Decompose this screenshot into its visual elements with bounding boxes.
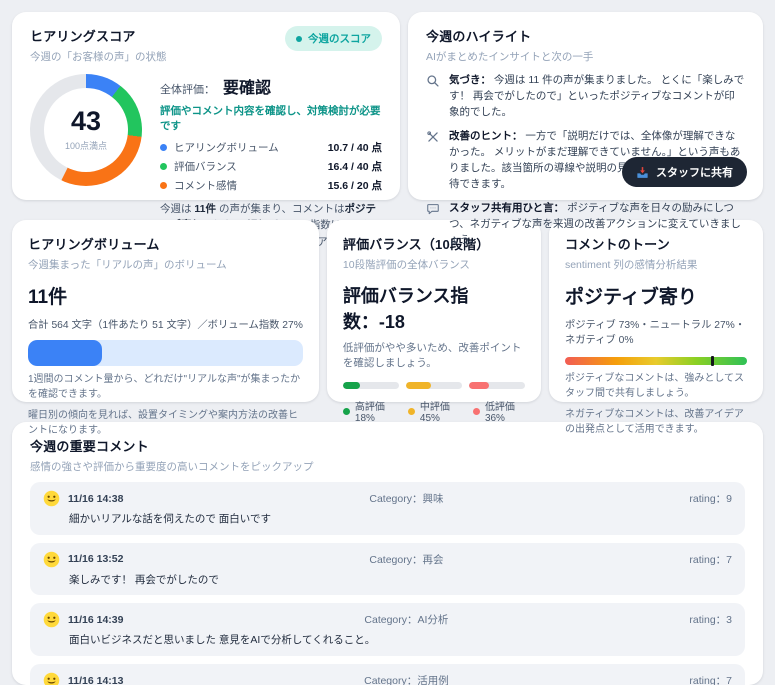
comment-text: 楽しみです！ 再会でがしたので <box>69 573 219 586</box>
overall-rating-value: 要確認 <box>223 80 272 97</box>
tools-icon <box>426 129 441 192</box>
score-card-title: ヒアリングスコア <box>30 29 136 44</box>
inbox-tray-icon <box>636 166 649 179</box>
comments-card-subtitle: 感情の強さや評価から重要度の高いコメントをピックアップ <box>30 461 314 473</box>
magnifier-icon <box>426 73 441 120</box>
balance-note: 低評価がやや多いため、改善ポイントを確認しましょう。 <box>342 342 522 370</box>
smiley-grin-icon <box>43 551 60 567</box>
legend-dot-icon <box>160 182 167 189</box>
legend-dot-icon <box>160 163 167 170</box>
high-rating-fill <box>342 382 360 390</box>
legend-value: 15.6 / 20 点 <box>327 180 382 192</box>
smiley-grin-icon <box>43 672 60 685</box>
comment-category: Category：再会 <box>369 553 444 566</box>
balance-legend: 高評価 18% 中評価 45% 低評価 36% <box>342 398 525 424</box>
comment-time: 11/16 14:39 <box>68 613 124 626</box>
comment-time: 11/16 14:38 <box>68 492 124 505</box>
tone-card-subtitle: sentiment 列の感情分析結果 <box>564 259 698 271</box>
legend-row-sentiment: コメント感情 15.6 / 20 点 <box>160 178 382 193</box>
legend-row-balance: 評価バランス 16.4 / 40 点 <box>160 159 382 174</box>
comment-category: Category：AI分析 <box>364 614 449 627</box>
low-rating-bar <box>468 382 525 390</box>
highlight-item-staff-note: スタッフ共有用ひと言： ポジティブな声を日々の励みにしつつ、ネガティブな声を来週… <box>426 201 745 248</box>
legend-dot-icon <box>342 407 350 415</box>
sentiment-gradient-bar <box>564 356 747 366</box>
comment-row[interactable]: 11/16 13:52 Category：再会 rating：7 楽しみです！ … <box>30 542 745 596</box>
legend-dot-icon <box>160 144 167 151</box>
volume-progress-bar <box>28 340 303 366</box>
weekly-highlight-card: 今週のハイライト AIがまとめたインサイトと次の一手 気づき： 今週は 11 件… <box>408 12 763 246</box>
legend-label: 評価バランス <box>174 161 237 173</box>
smiley-grin-icon <box>43 612 60 628</box>
tone-headline: ポジティブ寄り <box>564 287 697 308</box>
score-value: 43 <box>70 106 102 136</box>
important-comments-card: 今週の重要コメント 感情の強さや評価から重要度の高いコメントをピックアップ 11… <box>12 422 763 685</box>
tone-note-2: ネガティブなコメントは、改善アイデアの出発点として活用できます。 <box>564 409 744 435</box>
volume-card-subtitle: 今週集まった「リアルの声」のボリューム <box>28 259 227 271</box>
high-rating-bar <box>342 382 399 390</box>
comment-time: 11/16 14:13 <box>68 674 124 685</box>
highlight-card-title: 今週のハイライト <box>426 29 532 44</box>
volume-card: ヒアリングボリューム 今週集まった「リアルの声」のボリューム 11件 合計 56… <box>12 220 319 436</box>
mid-rating-fill <box>405 382 432 390</box>
volume-card-title: ヒアリングボリューム <box>28 237 160 252</box>
top-row: ヒアリングスコア 今週の「お客様の声」の状態 今週のスコア 43 100点満点 … <box>12 12 763 264</box>
week-score-badge: 今週のスコア <box>285 26 382 51</box>
highlight-card-subtitle: AIがまとめたインサイトと次の一手 <box>426 51 594 63</box>
share-to-staff-button[interactable]: スタッフに共有 <box>622 157 747 187</box>
volume-note-1: 1週間のコメント量から、どれだけ"リアルな声"が集まったかを確認できます。 <box>28 374 301 400</box>
balance-card-subtitle: 10段階評価の全体バランス <box>342 259 470 271</box>
legend-row-volume: ヒアリングボリューム 10.7 / 40 点 <box>160 140 382 155</box>
overall-rating-label: 全体評価： <box>160 84 215 96</box>
highlight-item-insight: 気づき： 今週は 11 件の声が集まりました。 とくに「楽しみです！ 再会でがし… <box>426 73 745 120</box>
comment-rating: rating：7 <box>689 553 732 566</box>
comment-category: Category：興味 <box>369 493 444 505</box>
badge-label: 今週のスコア <box>308 33 371 45</box>
balance-index-headline: 評価バランス指数：-18 <box>342 286 469 332</box>
score-card-subtitle: 今週の「お客様の声」の状態 <box>30 51 167 63</box>
smiley-grin-icon <box>43 490 60 507</box>
sentiment-marker <box>710 356 714 366</box>
score-max-label: 100点満点 <box>64 141 108 151</box>
comment-rating: rating：9 <box>689 493 732 505</box>
donut-center: 43 100点満点 <box>44 88 128 172</box>
comments-card-title: 今週の重要コメント <box>30 439 149 454</box>
legend-value: 16.4 / 40 点 <box>327 161 382 173</box>
volume-note-2: 曜日別の傾向を見れば、設置タイミングや案内方法の改善ヒントになります。 <box>28 410 298 436</box>
hearing-score-card: ヒアリングスコア 今週の「お客様の声」の状態 今週のスコア 43 100点満点 … <box>12 12 400 264</box>
volume-progress-fill <box>28 340 103 366</box>
overall-rating-note: 評価やコメント内容を確認し、対策検討が必要です <box>160 105 381 132</box>
comment-row[interactable]: 11/16 14:38 Category：興味 rating：9 細かいリアルな… <box>30 482 745 535</box>
legend-value: 10.7 / 40 点 <box>327 142 382 154</box>
comment-time: 11/16 13:52 <box>68 553 124 566</box>
tone-breakdown: ポジティブ 73%・ニュートラル 27%・ネガティブ 0% <box>564 320 746 346</box>
legend-label: ヒアリングボリューム <box>174 142 279 154</box>
comment-rating: rating：3 <box>689 614 732 627</box>
mid-rating-bar <box>405 382 462 390</box>
tone-note-1: ポジティブなコメントは、強みとしてスタッフ間で共有しましょう。 <box>564 373 745 399</box>
comment-text: 面白いビジネスだと思いました 意見をAIで分析してくれること。 <box>69 634 376 647</box>
speech-bubble-icon <box>426 201 441 248</box>
badge-dot-icon <box>296 35 302 42</box>
legend-label: コメント感情 <box>174 180 237 192</box>
comment-row[interactable]: 11/16 14:39 Category：AI分析 rating：3 面白いビジ… <box>30 603 745 657</box>
volume-meta: 合計 564 文字（1件あたり 51 文字）／ボリューム指数 27% <box>28 320 303 331</box>
low-rating-fill <box>468 382 490 390</box>
balance-bars <box>342 382 525 390</box>
legend-dot-icon <box>407 407 415 415</box>
score-donut-chart: 43 100点満点 <box>30 74 142 186</box>
comment-text: 細かいリアルな話を伺えたので 面白いです <box>69 513 271 525</box>
volume-count: 11件 <box>28 287 68 308</box>
legend-dot-icon <box>472 407 480 415</box>
